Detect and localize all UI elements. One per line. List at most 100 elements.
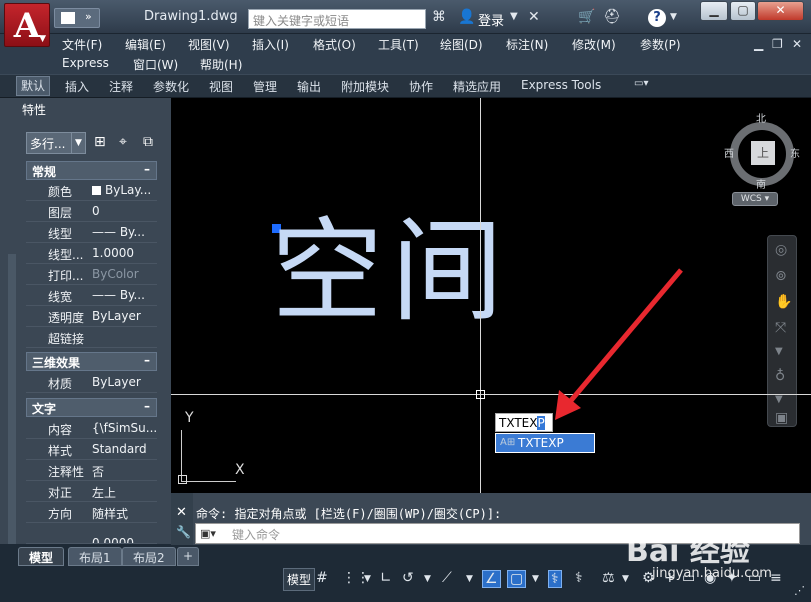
annotation-visibility-icon[interactable]: ⚕ (548, 570, 562, 588)
menu-express[interactable]: Express (62, 56, 109, 70)
menu-insert[interactable]: 插入(I) (252, 36, 289, 53)
minimize-button[interactable]: ▁ (700, 1, 728, 21)
menu-help[interactable]: 帮助(H) (200, 56, 242, 73)
tab-annotate[interactable]: 注释 (109, 78, 133, 95)
menu-tools[interactable]: 工具(T) (378, 36, 419, 53)
collapse-icon[interactable]: – (144, 162, 150, 176)
steering-wheel-icon[interactable]: ◎ (775, 242, 787, 258)
help-icon[interactable]: ? (648, 9, 666, 27)
tab-layout2[interactable]: 布局2 (122, 547, 176, 566)
tab-model[interactable]: 模型 (18, 547, 65, 566)
help-network-icon[interactable]: ⛑ (603, 9, 621, 25)
menu-window[interactable]: 窗口(W) (133, 56, 178, 73)
menu-draw[interactable]: 绘图(D) (440, 36, 483, 53)
recent-commands-icon[interactable]: ▣▾ (200, 527, 216, 540)
user-icon[interactable]: 👤 (458, 9, 475, 25)
quick-select-icon[interactable]: ⧉ (143, 134, 153, 150)
tab-collaborate[interactable]: 协作 (409, 78, 433, 95)
collapse-icon[interactable]: – (144, 353, 150, 367)
menu-file[interactable]: 文件(F) (62, 36, 102, 53)
isodraft-dropdown-icon[interactable]: ▼ (466, 574, 473, 584)
object-snap-dropdown-icon[interactable]: ▼ (532, 574, 539, 584)
doc-restore-icon[interactable]: ❐ (772, 37, 783, 51)
prop-row-annotative[interactable]: 注释性否 (26, 460, 157, 481)
prop-row-style[interactable]: 样式 Standard (26, 439, 157, 460)
add-layout-button[interactable]: + (177, 547, 200, 566)
prop-row-lineweight[interactable]: 线宽 —— By... (26, 285, 157, 306)
prop-row-plot-style[interactable]: 打印... ByColor (26, 264, 157, 285)
showmotion-icon[interactable]: ▣ (775, 410, 788, 426)
grid-icon[interactable]: # (316, 570, 328, 586)
isodraft-icon[interactable]: ⟋ (442, 570, 452, 586)
login-dropdown-icon[interactable]: ▼ (510, 11, 518, 22)
tab-output[interactable]: 输出 (297, 78, 321, 95)
menu-dimension[interactable]: 标注(N) (506, 36, 548, 53)
tab-view[interactable]: 视图 (209, 78, 233, 95)
viewcube[interactable]: 上 北 南 西 东 (724, 110, 804, 191)
polar-dropdown-icon[interactable]: ▼ (424, 574, 431, 584)
tab-featured-apps[interactable]: 精选应用 (453, 78, 501, 95)
prop-row-direction[interactable]: 方向 随样式 (26, 502, 157, 523)
menu-format[interactable]: 格式(O) (313, 36, 356, 53)
snap-dropdown-icon[interactable]: ▼ (364, 574, 371, 584)
compass-south[interactable]: 南 (756, 176, 766, 191)
application-menu-button[interactable]: A ▼ (4, 3, 50, 47)
menu-parametric[interactable]: 参数(P) (640, 36, 681, 53)
auto-scale-icon[interactable]: ⚕ (575, 570, 583, 586)
tab-insert[interactable]: 插入 (65, 78, 89, 95)
prop-row-partial[interactable]: ... 0.0000 (26, 523, 157, 544)
close-icon[interactable]: ✕ (176, 505, 187, 520)
collapse-icon[interactable]: – (144, 399, 150, 413)
login-link[interactable]: 登录 (478, 10, 504, 29)
cart-icon[interactable]: 🛒 (578, 9, 595, 25)
orbit-icon[interactable]: ♁ (775, 368, 785, 384)
more-tools-icon[interactable]: » (85, 10, 92, 23)
maximize-button[interactable]: ▢ (730, 1, 756, 21)
compass-east[interactable]: 东 (790, 145, 800, 160)
autocomplete-item[interactable]: A⊞ TXTEXP (495, 433, 595, 453)
mtext-object[interactable]: 空间 (271, 216, 511, 328)
toggle-pickadd-icon[interactable]: ⊞ (94, 134, 106, 150)
object-snap-tracking-icon[interactable]: ∠ (482, 570, 501, 588)
prop-row-justify[interactable]: 对正 左上 (26, 481, 157, 502)
full-navigation-wheel-icon[interactable]: ⊚ (775, 268, 787, 284)
object-snap-icon[interactable]: ▢ (507, 570, 527, 588)
annotation-scale-dropdown-icon[interactable]: ▼ (622, 574, 629, 584)
section-general[interactable]: 常规 – (26, 161, 157, 180)
ortho-icon[interactable]: ∟ (380, 570, 392, 586)
menu-edit[interactable]: 编辑(E) (125, 36, 166, 53)
tab-manage[interactable]: 管理 (253, 78, 277, 95)
doc-minimize-icon[interactable]: ▁ (754, 37, 763, 51)
binoculars-icon[interactable]: ⌘ (432, 9, 446, 25)
prop-row-contents[interactable]: 内容 {\fSimSu... (26, 418, 157, 439)
viewcube-top-face[interactable]: 上 (751, 141, 775, 165)
tab-addins[interactable]: 附加模块 (341, 78, 389, 95)
compass-north[interactable]: 北 (756, 110, 766, 125)
compass-west[interactable]: 西 (724, 145, 734, 160)
close-button[interactable]: ✕ (757, 1, 804, 21)
prop-row-layer[interactable]: 图层 0 (26, 201, 157, 222)
drawing-area[interactable]: 上 北 南 西 东 WCS ▾ ◎ ⊚ ✋ ⤧ ▼ ♁ ▼ ▣ 空间 Y X T… (171, 98, 811, 493)
tab-layout1[interactable]: 布局1 (68, 547, 122, 566)
search-input[interactable]: 键入关键字或短语 (248, 9, 426, 29)
prop-row-linetype-scale[interactable]: 线型... 1.0000 (26, 243, 157, 264)
menu-modify[interactable]: 修改(M) (572, 36, 616, 53)
model-space-button[interactable]: 模型 (283, 568, 316, 591)
help-dropdown-icon[interactable]: ▼ (670, 12, 677, 22)
prop-row-material[interactable]: 材质 ByLayer (26, 372, 157, 393)
exchange-icon[interactable]: ✕ (528, 9, 540, 25)
zoom-dropdown-icon[interactable]: ▼ (775, 346, 783, 357)
tab-express-tools[interactable]: Express Tools (521, 78, 601, 92)
annotation-scale-icon[interactable]: ⚖ (602, 570, 615, 586)
orbit-dropdown-icon[interactable]: ▼ (775, 394, 783, 405)
new-document-icon[interactable] (61, 12, 75, 24)
doc-close-icon[interactable]: ✕ (792, 37, 802, 51)
pan-icon[interactable]: ✋ (775, 294, 792, 310)
wcs-menu[interactable]: WCS ▾ (732, 192, 778, 206)
prop-row-hyperlink[interactable]: 超链接 (26, 327, 157, 348)
prop-row-color[interactable]: 颜色 ByLay... (26, 180, 157, 201)
section-text[interactable]: 文字 – (26, 398, 157, 417)
prop-row-linetype[interactable]: 线型 —— By... (26, 222, 157, 243)
quick-access-toolbar[interactable]: » (54, 8, 100, 28)
section-3d-effects[interactable]: 三维效果 – (26, 352, 157, 371)
